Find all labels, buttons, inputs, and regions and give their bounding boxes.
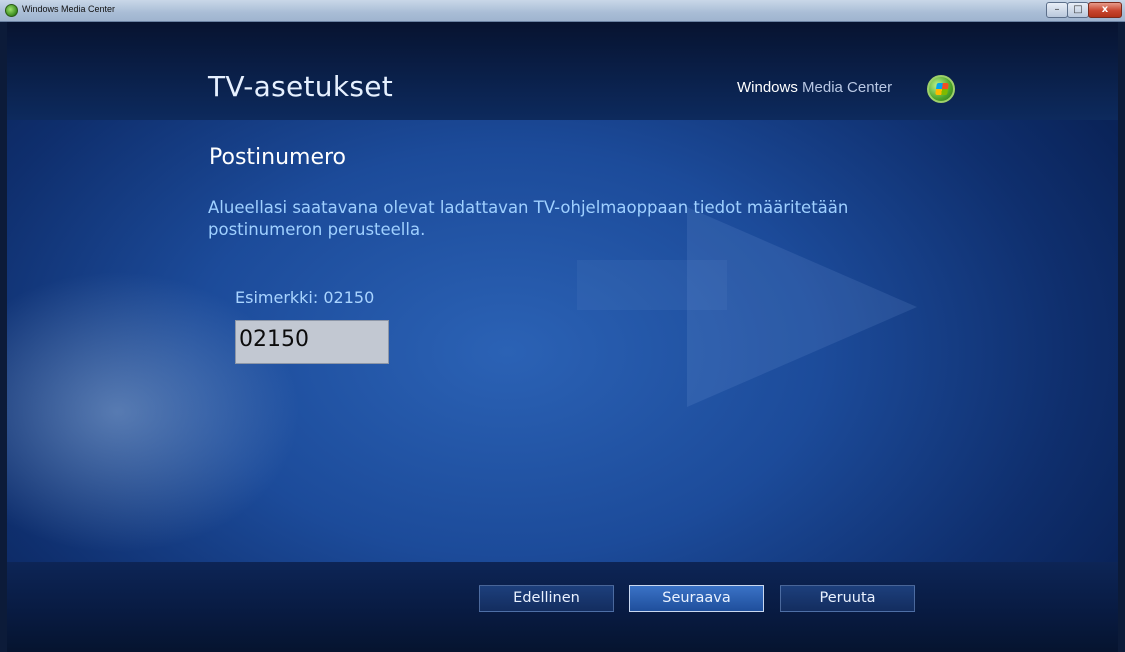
section-title: Postinumero [209, 145, 347, 170]
brand-bold: Windows [737, 79, 798, 96]
page-title: TV-asetukset [208, 70, 394, 103]
next-button[interactable]: Seuraava [629, 585, 764, 612]
media-center-icon [5, 4, 18, 17]
close-icon: x [1101, 4, 1109, 15]
media-center-content: TV-asetukset Windows Media Center Postin… [7, 22, 1118, 652]
window-title: Windows Media Center [22, 4, 116, 14]
previous-button[interactable]: Edellinen [479, 585, 614, 612]
windows-logo-icon [927, 75, 955, 103]
window-border-left [0, 22, 7, 652]
description-text: Alueellasi saatavana olevat ladattavan T… [208, 198, 849, 239]
minimize-icon: – [1054, 4, 1060, 15]
close-button[interactable]: x [1088, 2, 1122, 18]
maximize-button[interactable]: □ [1067, 2, 1089, 18]
example-label: Esimerkki: 02150 [235, 288, 375, 307]
minimize-button[interactable]: – [1046, 2, 1068, 18]
cancel-button[interactable]: Peruuta [780, 585, 915, 612]
header-band [7, 22, 1118, 120]
maximize-icon: □ [1073, 4, 1083, 15]
brand-light: Media Center [802, 79, 893, 96]
postal-code-input[interactable]: 02150 [235, 320, 389, 364]
window-titlebar[interactable]: Windows Media Center – □ x [0, 0, 1125, 22]
brand-text: Windows Media Center [737, 79, 892, 96]
window-border-right [1118, 22, 1125, 652]
